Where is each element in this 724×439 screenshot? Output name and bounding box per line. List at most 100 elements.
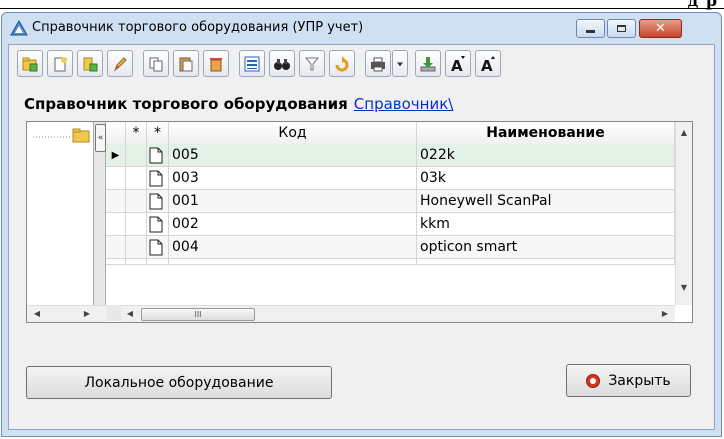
add-green-icon <box>83 57 98 71</box>
column-header-star1[interactable]: * <box>126 122 147 144</box>
minimize-icon <box>586 30 595 33</box>
print-dropdown-button[interactable] <box>392 50 408 77</box>
page-heading: Справочник торгового оборудования Справоч… <box>24 95 453 113</box>
cell-icon <box>147 259 169 265</box>
dropdown-icon <box>396 61 404 66</box>
tree-horizontal-scrollbar[interactable]: ◀ ▶ <box>27 305 106 322</box>
delete-icon <box>210 57 222 71</box>
table-header: * * Код Наименование <box>106 122 675 145</box>
maximize-button[interactable] <box>607 19 636 38</box>
scroll-up-icon[interactable]: ▲ <box>676 125 692 141</box>
find-button[interactable] <box>269 50 295 77</box>
row-indicator <box>106 213 126 236</box>
row-indicator <box>106 259 126 265</box>
table-row-partial <box>106 259 675 265</box>
cell-name <box>417 259 675 265</box>
row-indicator-header <box>106 122 126 144</box>
cell-star1 <box>126 213 147 236</box>
binoculars-icon <box>274 58 290 70</box>
cell-code: 003 <box>169 167 417 190</box>
scroll-right-icon[interactable]: ▶ <box>79 306 95 322</box>
column-header-code[interactable]: Код <box>169 122 417 144</box>
local-equipment-button[interactable]: Локальное оборудование <box>26 366 332 399</box>
print-button[interactable] <box>365 50 391 77</box>
list-view-icon <box>244 56 260 71</box>
splitter-bottom <box>106 305 121 321</box>
table-row[interactable]: 003 03k <box>106 167 675 190</box>
table-horizontal-scrollbar[interactable]: ◀ III ▶ <box>121 305 675 322</box>
add-folder-button[interactable] <box>17 50 43 77</box>
app-triangle-icon <box>10 20 28 36</box>
close-circle-icon <box>586 373 601 388</box>
cell-star1 <box>126 259 147 265</box>
document-icon <box>147 144 169 167</box>
title-bar[interactable]: Справочник торгового оборудования (УПР у… <box>2 13 721 43</box>
filter-button[interactable] <box>299 50 325 77</box>
breadcrumb-link[interactable]: Справочник\ <box>354 95 454 113</box>
edit-pencil-icon <box>113 56 127 71</box>
copy-button[interactable] <box>143 50 169 77</box>
page-title: Справочник торгового оборудования <box>24 95 348 113</box>
scroll-left-icon[interactable]: ◀ <box>29 306 45 322</box>
font-increase-button[interactable]: A <box>445 50 471 77</box>
delete-button[interactable] <box>203 50 229 77</box>
document-icon <box>147 167 169 190</box>
top-strip-text: д р <box>687 0 718 10</box>
cell-name: 03k <box>417 167 675 190</box>
close-button[interactable]: Закрыть <box>566 364 691 397</box>
folder-icon[interactable] <box>33 126 93 144</box>
scroll-thumb[interactable]: III <box>141 308 255 321</box>
panel-splitter[interactable]: « <box>93 122 106 305</box>
svg-text:A: A <box>481 57 493 73</box>
scroll-down-icon[interactable]: ▼ <box>676 280 692 296</box>
document-icon <box>147 236 169 259</box>
cell-name: kkm <box>417 213 675 236</box>
add-folder-icon <box>22 57 38 71</box>
window: Справочник торгового оборудования (УПР у… <box>1 12 722 437</box>
records-table: * * Код Наименование ▶ 005 022k 003 03k <box>106 122 675 305</box>
export-icon <box>420 56 436 71</box>
column-header-name[interactable]: Наименование <box>417 122 675 144</box>
cell-star1 <box>126 144 147 167</box>
document-icon <box>147 213 169 236</box>
folder-tree[interactable] <box>27 122 93 305</box>
table-row[interactable]: 004 opticon smart <box>106 236 675 259</box>
add-button[interactable] <box>77 50 103 77</box>
collapse-grip-icon[interactable]: « <box>95 124 106 152</box>
cell-star1 <box>126 190 147 213</box>
cell-code <box>169 259 417 265</box>
window-title: Справочник торгового оборудования (УПР у… <box>32 20 364 35</box>
close-window-button[interactable]: ✕ <box>639 19 682 38</box>
font-decrease-icon: A <box>481 55 495 73</box>
paste-icon <box>179 57 193 71</box>
vertical-scrollbar[interactable]: ▲ ▼ <box>675 122 692 305</box>
cell-star1 <box>126 236 147 259</box>
font-decrease-button[interactable]: A <box>475 50 501 77</box>
scroll-right-icon[interactable]: ▶ <box>657 306 673 322</box>
scroll-left-icon[interactable]: ◀ <box>122 306 138 322</box>
table-row[interactable]: 001 Honeywell ScanPal <box>106 190 675 213</box>
paste-button[interactable] <box>173 50 199 77</box>
new-item-button[interactable] <box>47 50 73 77</box>
table-row[interactable]: ▶ 005 022k <box>106 144 675 167</box>
top-strip: д р <box>0 0 724 10</box>
cell-code: 001 <box>169 190 417 213</box>
row-indicator <box>106 190 126 213</box>
cell-name: 022k <box>417 144 675 167</box>
cell-code: 005 <box>169 144 417 167</box>
cell-name: opticon smart <box>417 236 675 259</box>
list-view-button[interactable] <box>239 50 265 77</box>
minimize-button[interactable] <box>576 19 605 38</box>
refresh-button[interactable] <box>329 50 355 77</box>
close-icon: ✕ <box>655 21 666 36</box>
edit-button[interactable] <box>107 50 133 77</box>
current-row-arrow-icon: ▶ <box>106 144 126 167</box>
export-button[interactable] <box>415 50 441 77</box>
table-row[interactable]: 002 kkm <box>106 213 675 236</box>
cell-star1 <box>126 167 147 190</box>
filter-icon <box>304 57 320 70</box>
copy-icon <box>149 57 163 71</box>
column-header-star2[interactable]: * <box>147 122 169 144</box>
refresh-icon <box>335 55 349 71</box>
cell-code: 002 <box>169 213 417 236</box>
